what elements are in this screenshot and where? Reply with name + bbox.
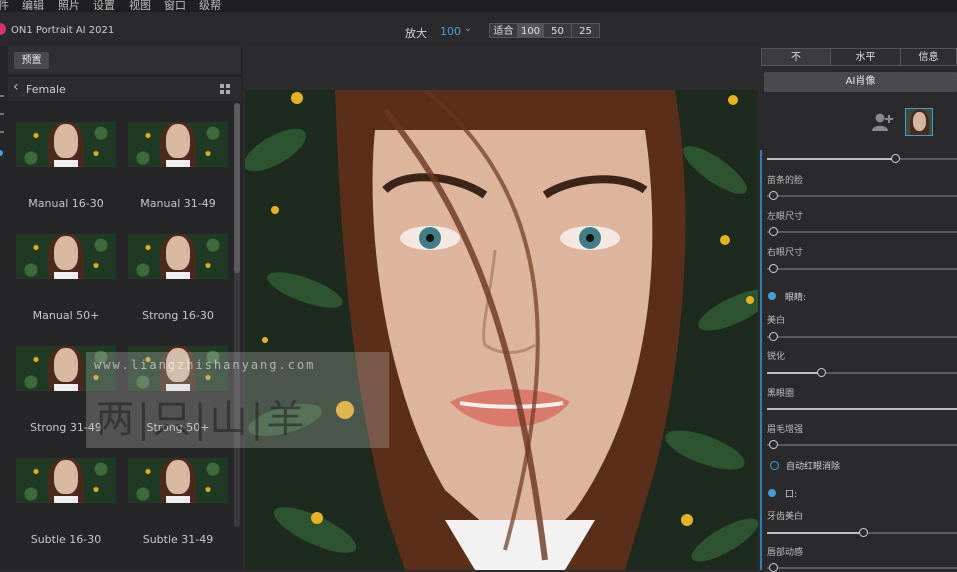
panel-accent-bar [760,150,762,570]
teeth-whiten-label: 牙齿美白 [767,512,804,522]
redeye-label: 自动红眼消除 [786,462,841,472]
presets-tab[interactable]: 预置 [14,52,49,69]
menu-window[interactable]: 窗口 [164,0,186,12]
eye-whiten-slider-knob[interactable] [769,332,778,341]
tool-tick-icon[interactable] [0,113,4,115]
eyes-section-toggle-icon[interactable] [768,292,776,300]
zoom-100-button[interactable]: 100 [517,23,544,38]
preset-label: Subtle 16-30 [30,533,102,546]
chevron-left-icon[interactable]: ‹ [13,79,19,95]
eye-sharpen-slider-fill [767,372,822,374]
preset-label: Manual 31-49 [140,197,216,210]
tab-compare[interactable]: 不 [761,48,831,66]
slim-face-label: 苗条的脸 [767,176,804,186]
menu-edit[interactable]: 编辑 [22,0,44,12]
detected-face-thumbnail[interactable] [905,108,933,136]
left-eye-size-slider-track[interactable] [767,231,957,233]
left-edge-tools [0,95,6,165]
add-face-icon[interactable] [872,112,894,132]
zoom-50-button[interactable]: 50 [543,23,572,38]
left-eye-size-slider-knob[interactable] [769,227,778,236]
watermark-url: www.liangzhishanyang.com [94,358,316,372]
right-eye-size-slider-track[interactable] [767,268,957,270]
lip-vibrance-slider-track[interactable] [767,567,957,569]
presets-scrollbar-thumb[interactable] [234,103,240,273]
tab-info[interactable]: 信息 [900,48,957,66]
portrait-photo[interactable] [245,90,758,570]
menu-settings[interactable]: 设置 [93,0,115,12]
tab-horizontal[interactable]: 水平 [830,48,901,66]
top-toolbar [0,12,957,46]
zoom-fit-button[interactable]: 适合 [489,23,518,38]
eye-whiten-slider-track[interactable] [767,336,957,338]
redeye-checkbox[interactable] [770,461,779,470]
lip-vibrance-slider-knob[interactable] [769,563,778,572]
preset-label: Manual 50+ [32,309,100,322]
menu-photo[interactable]: 照片 [58,0,80,12]
lip-vibrance-label: 唇部动感 [767,548,804,558]
preset-label: Manual 16-30 [28,197,104,210]
preset-label: Subtle 31-49 [142,533,214,546]
active-tool-dot-icon[interactable] [0,150,3,156]
face-master-slider-fill [767,158,896,160]
mouth-section-toggle-icon[interactable] [768,489,776,497]
grid-view-icon[interactable] [220,84,230,94]
left-eye-size-label: 左眼尺寸 [767,212,804,222]
preset-thumbnail[interactable] [16,458,116,503]
slim-face-slider-knob[interactable] [769,191,778,200]
brow-enhance-label: 眉毛增强 [767,425,804,435]
tool-tick-icon[interactable] [0,131,4,133]
eye-whiten-label: 美白 [767,316,786,326]
chevron-down-icon[interactable]: ⌄ [464,24,472,34]
eye-sharpen-label: 锐化 [767,352,786,362]
right-eye-size-slider-knob[interactable] [769,264,778,273]
dark-circles-slider-fill[interactable] [767,408,957,410]
preset-label: Strong 16-30 [142,309,214,322]
watermark-text: 两|只|山|羊 [96,397,308,441]
preset-thumbnail[interactable] [128,458,228,503]
teeth-whiten-slider-knob[interactable] [859,528,868,537]
face-master-slider-knob[interactable] [891,154,900,163]
zoom-dropdown[interactable]: 100 [440,25,461,38]
mouth-section-title: 口: [785,490,798,500]
category-label[interactable]: Female [26,83,66,96]
zoom-25-button[interactable]: 25 [571,23,600,38]
preset-thumbnail[interactable] [128,122,228,167]
dark-circles-label: 黑眼圈 [767,389,795,399]
ai-portrait-button[interactable]: AI肖像 [764,72,957,92]
eye-sharpen-slider-knob[interactable] [817,368,826,377]
right-eye-size-label: 右眼尺寸 [767,248,804,258]
menu-view[interactable]: 视图 [129,0,151,12]
canvas-background [247,46,758,90]
preset-thumbnail[interactable] [16,234,116,279]
zoom-label: 放大 [405,27,427,40]
brow-enhance-slider-knob[interactable] [769,440,778,449]
tool-tick-icon[interactable] [0,95,4,97]
eyes-section-title: 眼睛: [785,293,807,303]
slim-face-slider-track[interactable] [767,195,957,197]
menu-help[interactable]: 级帮 [199,0,221,12]
menu-file[interactable]: 件 [0,0,9,12]
menu-bar: 件 编辑 照片 设置 视图 窗口 级帮 [0,0,957,12]
preset-thumbnail[interactable] [16,122,116,167]
brow-enhance-slider-track[interactable] [767,444,957,446]
app-title: ON1 Portrait AI 2021 [11,25,115,36]
teeth-whiten-slider-fill [767,532,863,534]
preset-thumbnail[interactable] [128,234,228,279]
